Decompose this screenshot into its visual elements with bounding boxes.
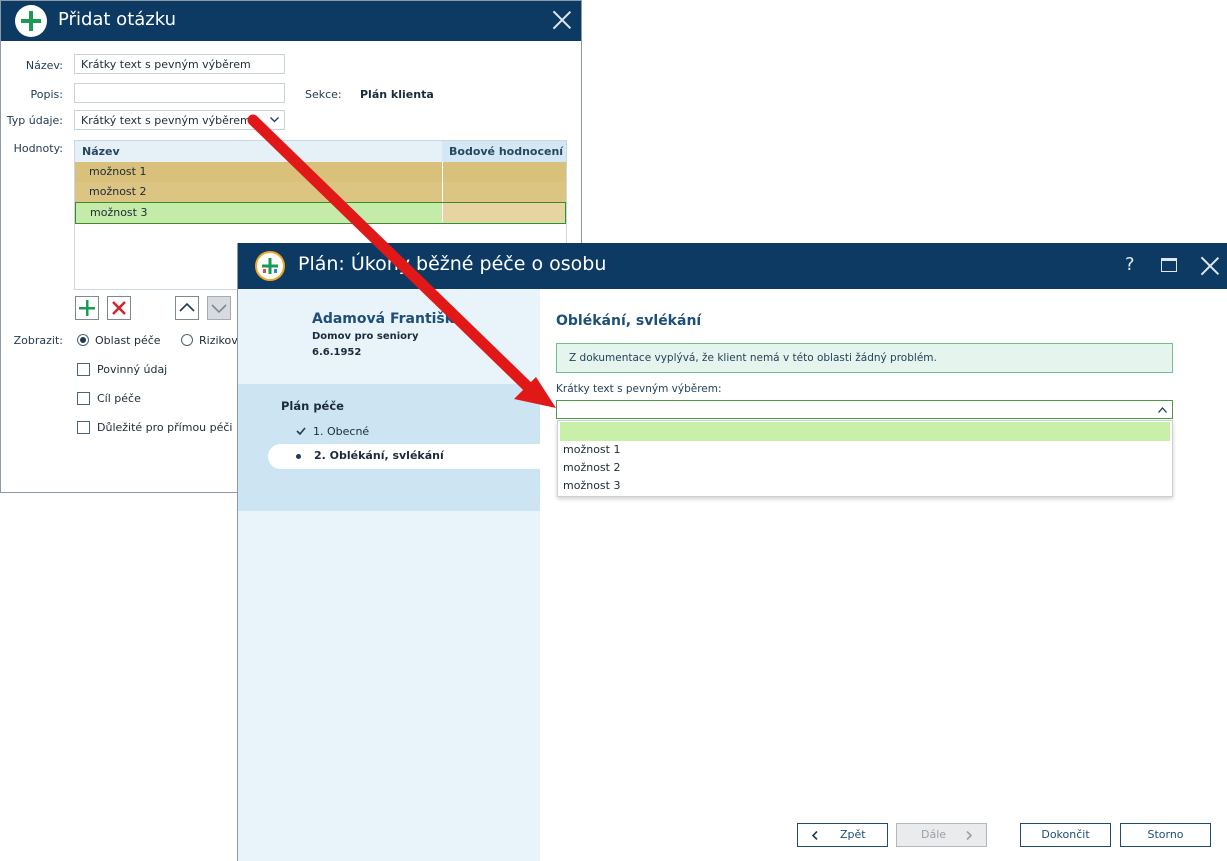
annotation-arrow bbox=[247, 114, 556, 408]
